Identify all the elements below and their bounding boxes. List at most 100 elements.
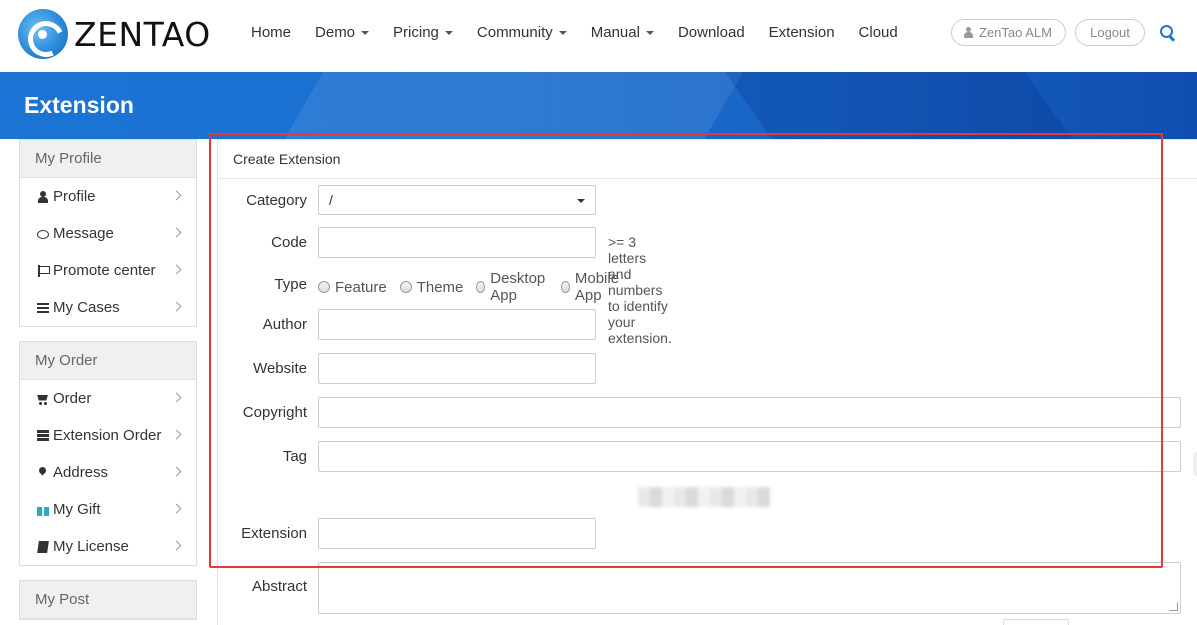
- sidebar-item-order[interactable]: Order: [20, 380, 196, 417]
- tag-input[interactable]: [318, 441, 1181, 472]
- sidebar-item-address[interactable]: Address: [20, 454, 196, 491]
- nav-home[interactable]: Home: [239, 22, 303, 44]
- create-extension-panel: Create Extension Category / Code >= 3 le…: [217, 139, 1197, 625]
- logout-button[interactable]: Logout: [1075, 19, 1145, 46]
- code-label: Code: [271, 234, 307, 251]
- nav-download[interactable]: Download: [666, 22, 757, 44]
- flag-icon: [37, 264, 50, 277]
- sidebar-item-message[interactable]: Message: [20, 215, 196, 252]
- sidebar-item-my-gift[interactable]: My Gift: [20, 491, 196, 528]
- caret-down-icon: [577, 199, 585, 203]
- book-icon: [37, 541, 49, 553]
- sidebar-item-label: Profile: [53, 188, 96, 205]
- sidebar-item-promote-center[interactable]: Promote center: [20, 252, 196, 289]
- sidebar-group-my-profile: My Profile Profile Message Promote cente…: [19, 139, 197, 327]
- main-nav: Home Demo Pricing Community Manual Downl…: [239, 22, 910, 44]
- code-row: Code >= 3 letters and numbers to identif…: [218, 227, 672, 346]
- copyright-label: Copyright: [242, 404, 307, 421]
- logout-label: Logout: [1090, 25, 1130, 40]
- banner-decoration: [710, 72, 1110, 139]
- list-icon: [37, 302, 49, 314]
- chevron-right-icon: [171, 429, 182, 440]
- tag-row: Tag: [218, 441, 1181, 472]
- category-select-value: /: [329, 192, 333, 208]
- radio-label: Mobile App: [574, 270, 620, 304]
- sidebar-group-my-order: My Order Order Extension Order Address M…: [19, 341, 197, 566]
- type-radio-group: Feature Theme Desktop App Mobile App: [318, 270, 636, 304]
- type-radio-mobile-app[interactable]: Mobile App: [561, 270, 622, 304]
- copyright-input[interactable]: [318, 397, 1181, 428]
- tag-label: Tag: [282, 448, 307, 465]
- chevron-right-icon: [171, 264, 182, 275]
- table-list-icon: [37, 429, 49, 442]
- sidebar-item-extension-order[interactable]: Extension Order: [20, 417, 196, 454]
- nav-demo[interactable]: Demo: [303, 22, 381, 44]
- caret-down-icon: [361, 31, 370, 35]
- sidebar-item-label: Message: [53, 225, 114, 242]
- category-select[interactable]: /: [318, 185, 596, 215]
- nav-manual[interactable]: Manual: [579, 22, 666, 44]
- sidebar-group-title: My Post: [20, 581, 196, 619]
- partial-button[interactable]: [1003, 619, 1069, 625]
- sidebar-item-label: My Cases: [53, 299, 120, 316]
- website-row: Website: [218, 353, 596, 384]
- radio-label: Feature: [335, 278, 387, 296]
- gift-icon: [37, 504, 49, 516]
- author-label: Author: [262, 316, 307, 333]
- sidebar-group-title: My Profile: [20, 140, 196, 178]
- sidebar-group-my-post: My Post: [19, 580, 197, 620]
- chevron-right-icon: [171, 503, 182, 514]
- chevron-right-icon: [171, 540, 182, 551]
- author-input[interactable]: [318, 309, 596, 340]
- sidebar: My Profile Profile Message Promote cente…: [19, 139, 197, 625]
- sidebar-item-label: Address: [53, 464, 109, 481]
- side-scroll-handle[interactable]: [1193, 451, 1197, 477]
- sidebar-item-label: Promote center: [53, 262, 156, 279]
- nav-extension[interactable]: Extension: [757, 22, 847, 44]
- extension-file-input[interactable]: [318, 518, 596, 549]
- sidebar-item-my-license[interactable]: My License: [20, 528, 196, 565]
- nav-pricing[interactable]: Pricing: [381, 22, 465, 44]
- nav-home-label: Home: [251, 24, 292, 41]
- redacted-text: [638, 487, 770, 507]
- sidebar-item-label: My License: [53, 538, 129, 555]
- search-icon[interactable]: [1160, 25, 1175, 40]
- abstract-row: Abstract: [218, 562, 1181, 614]
- chevron-right-icon: [171, 190, 182, 201]
- radio-circle: [318, 281, 330, 293]
- logo-text: ZENTAO: [74, 14, 211, 54]
- nav-download-label: Download: [677, 24, 745, 41]
- nav-cloud[interactable]: Cloud: [847, 22, 910, 44]
- map-pin-icon: [37, 467, 49, 479]
- chevron-right-icon: [171, 301, 182, 312]
- radio-circle: [561, 281, 570, 293]
- nav-demo-label: Demo: [315, 24, 356, 41]
- sidebar-item-label: Order: [53, 390, 92, 407]
- caret-down-icon: [645, 31, 654, 35]
- zentao-logo[interactable]: ZENTAO: [18, 9, 211, 59]
- nav-community[interactable]: Community: [465, 22, 579, 44]
- radio-label: Theme: [416, 278, 464, 296]
- nav-pricing-label: Pricing: [393, 24, 439, 41]
- nav-extension-label: Extension: [768, 24, 835, 41]
- website-label: Website: [253, 360, 307, 377]
- top-navbar: ZENTAO Home Demo Pricing Community Manua…: [0, 0, 1197, 72]
- abstract-textarea[interactable]: [318, 562, 1181, 614]
- type-radio-feature[interactable]: Feature: [318, 270, 387, 304]
- code-input[interactable]: [318, 227, 596, 258]
- website-input[interactable]: [318, 353, 596, 384]
- author-row: Author: [218, 309, 596, 340]
- extension-label: Extension: [241, 525, 307, 542]
- sidebar-item-my-cases[interactable]: My Cases: [20, 289, 196, 326]
- type-label: Type: [274, 275, 307, 293]
- chevron-right-icon: [171, 227, 182, 238]
- sidebar-item-profile[interactable]: Profile: [20, 178, 196, 215]
- user-account-button[interactable]: ZenTao ALM: [951, 19, 1066, 46]
- type-radio-desktop-app[interactable]: Desktop App: [476, 270, 548, 304]
- page-title: Extension: [24, 92, 134, 118]
- radio-circle: [399, 281, 412, 293]
- banner-decoration: [253, 72, 767, 139]
- user-icon: [964, 27, 973, 38]
- type-radio-theme[interactable]: Theme: [399, 270, 464, 304]
- abstract-label: Abstract: [251, 578, 307, 595]
